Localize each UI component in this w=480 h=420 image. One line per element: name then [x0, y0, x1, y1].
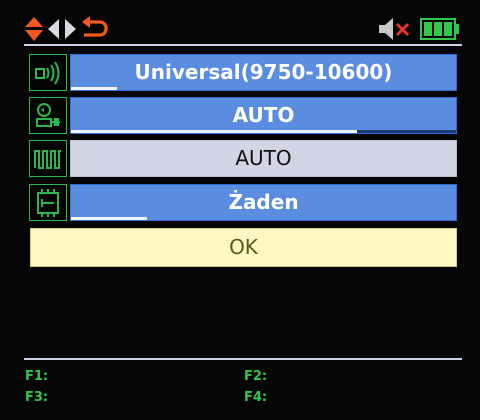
back-return-icon[interactable] [80, 16, 108, 42]
f1-key-label: F1: [25, 369, 49, 384]
lnb-power-value: AUTO [232, 103, 295, 127]
device-screen: Universal(9750-10600) AUTO AUTO Żaden OK… [0, 0, 480, 420]
mute-speaker-icon [379, 18, 410, 40]
setting-row-lnb-type[interactable]: Universal(9750-10600) [29, 54, 457, 91]
tone-icon-box [29, 140, 67, 177]
lnb-icon-box [29, 54, 67, 91]
22khz-tone-icon [34, 150, 61, 169]
field-scroll-indicator [71, 217, 147, 220]
field-scroll-track [357, 130, 456, 133]
setting-row-lnb-power[interactable]: AUTO [29, 97, 457, 134]
up-down-arrows-icon[interactable] [24, 16, 44, 42]
tone-22khz-field[interactable]: AUTO [70, 140, 457, 177]
diseqc-icon-box [29, 184, 67, 221]
status-bar [24, 14, 460, 44]
diseqc-value: Żaden [228, 190, 299, 214]
ok-button[interactable]: OK [30, 228, 457, 267]
lnb-type-value: Universal(9750-10600) [134, 60, 393, 84]
diseqc-field[interactable]: Żaden [70, 184, 457, 221]
f4-key-label: F4: [244, 390, 268, 405]
setting-row-diseqc[interactable]: Żaden [29, 184, 457, 221]
lnb-power-field[interactable]: AUTO [70, 97, 457, 134]
left-right-arrows-icon[interactable] [47, 16, 77, 42]
navigation-icons [24, 16, 108, 42]
field-scroll-indicator [71, 130, 357, 133]
field-scroll-indicator [71, 87, 117, 90]
header-divider [24, 44, 462, 46]
status-icons [378, 16, 460, 42]
tone-22khz-value: AUTO [235, 146, 292, 170]
battery-icon [420, 18, 459, 40]
lnb-type-field[interactable]: Universal(9750-10600) [70, 54, 457, 91]
diseqc-switch-icon [37, 189, 59, 217]
f2-key-label: F2: [244, 369, 268, 384]
footer-divider [24, 358, 462, 360]
satellite-dish-power-icon [36, 103, 60, 127]
lnb-power-icon-box [29, 97, 67, 134]
setting-row-22khz[interactable]: AUTO [29, 140, 457, 177]
f3-key-label: F3: [25, 390, 49, 405]
lnb-signal-icon [35, 61, 60, 85]
